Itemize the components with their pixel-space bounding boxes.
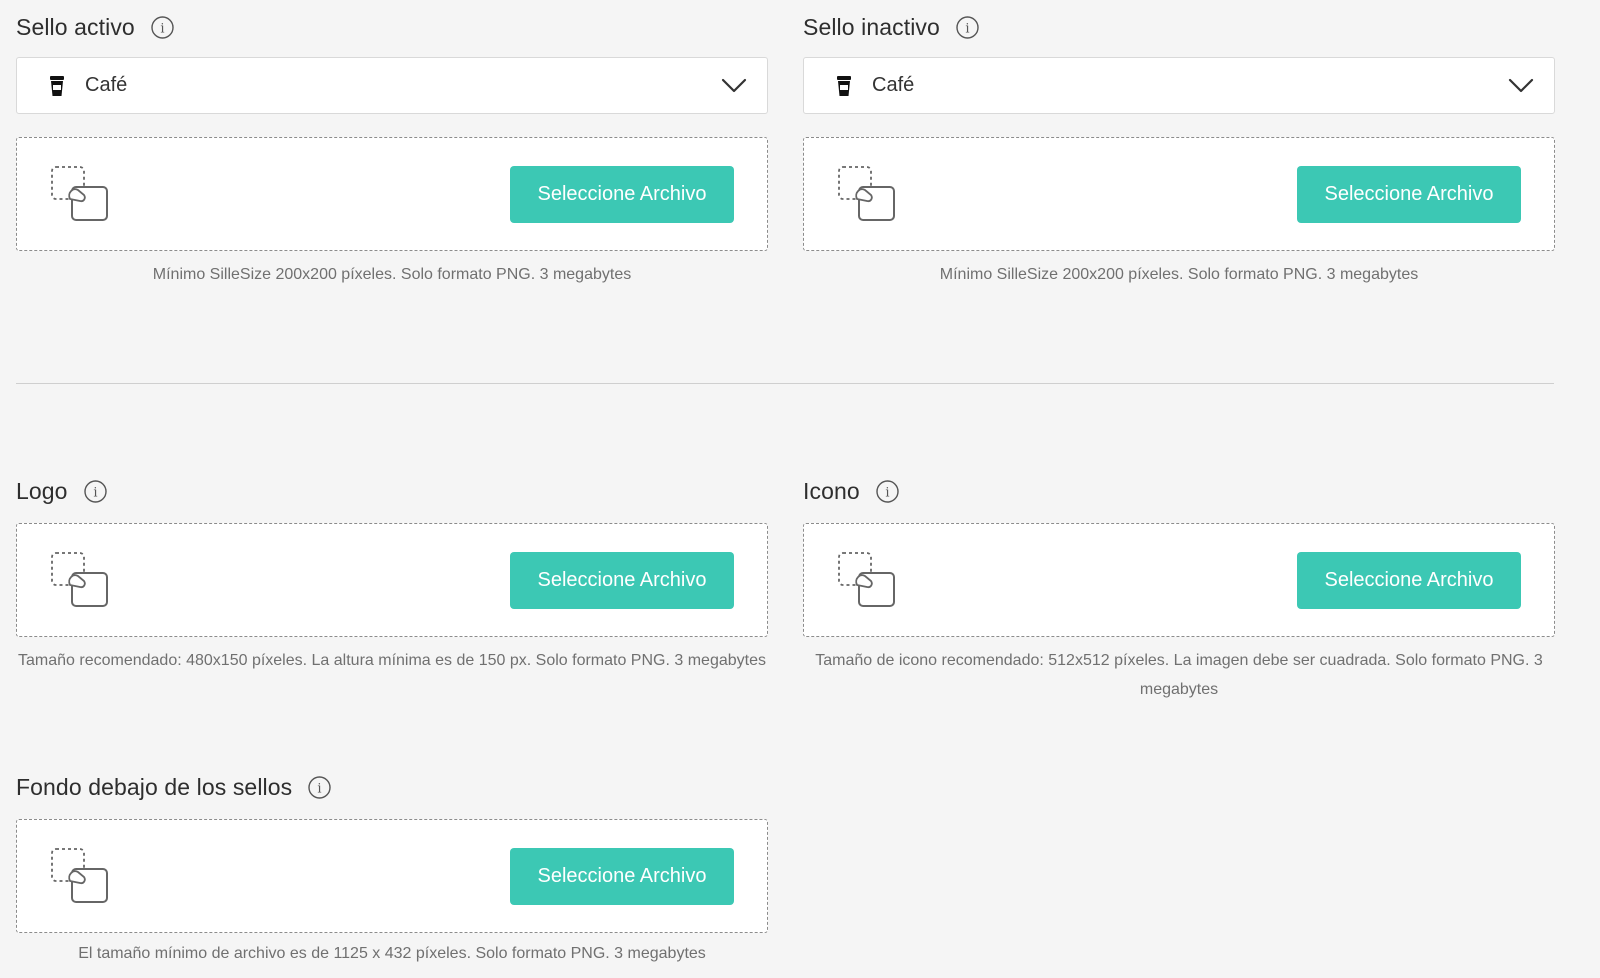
select-file-button[interactable]: Seleccione Archivo (1297, 551, 1521, 609)
svg-text:i: i (93, 485, 97, 500)
svg-text:i: i (318, 781, 322, 796)
image-upload-icon (837, 165, 897, 223)
info-icon[interactable]: i (308, 775, 331, 799)
icono-title: Icono (803, 477, 860, 504)
upload-dropzone[interactable]: Seleccione Archivo (16, 137, 768, 251)
upload-dropzone[interactable]: Seleccione Archivo (803, 523, 1555, 637)
select-value: Café (872, 74, 915, 96)
info-icon[interactable]: i (83, 479, 107, 503)
fondo-section: Fondo debajo de los sellos i Seleccione … (16, 769, 768, 968)
select-value: Café (85, 74, 128, 96)
chevron-down-icon[interactable] (1508, 78, 1534, 94)
coffee-cup-icon (836, 75, 852, 97)
section-title: Fondo debajo de los sellos i (16, 769, 768, 805)
logo-title: Logo (16, 477, 68, 504)
section-title: Icono i (803, 473, 1555, 509)
upload-hint: El tamaño mínimo de archivo es de 1125 x… (78, 945, 706, 962)
icono-section: Icono i Seleccione Archivo Tamaño de ico… (803, 473, 1555, 704)
svg-text:i: i (160, 21, 164, 36)
image-upload-icon (837, 551, 897, 609)
info-icon[interactable]: i (151, 15, 174, 39)
upload-dropzone[interactable]: Seleccione Archivo (16, 523, 768, 637)
sello-inactivo-section: Sello inactivo i Café Seleccione Archivo… (803, 9, 1555, 289)
chevron-down-icon[interactable] (721, 78, 747, 94)
select-file-button[interactable]: Seleccione Archivo (510, 165, 734, 223)
logo-section: Logo i Seleccione Archivo Tamaño recomen… (16, 473, 768, 675)
section-divider (16, 383, 1554, 384)
svg-text:i: i (885, 485, 889, 500)
fondo-title: Fondo debajo de los sellos (16, 773, 293, 800)
select-file-button[interactable]: Seleccione Archivo (510, 847, 734, 905)
sello-inactivo-title: Sello inactivo (803, 13, 940, 40)
upload-dropzone[interactable]: Seleccione Archivo (16, 819, 768, 933)
svg-text:i: i (965, 21, 969, 36)
section-title: Sello inactivo i (803, 9, 1555, 45)
select-file-button[interactable]: Seleccione Archivo (510, 551, 734, 609)
upload-hint: Mínimo SilleSize 200x200 píxeles. Solo f… (152, 266, 632, 283)
image-upload-icon (50, 551, 110, 609)
section-title: Logo i (16, 473, 768, 509)
section-title: Sello activo i (16, 9, 768, 45)
sello-activo-section: Sello activo i Café Seleccione Archivo M… (16, 9, 768, 289)
select-file-button[interactable]: Seleccione Archivo (1297, 165, 1521, 223)
upload-hint: Mínimo SilleSize 200x200 píxeles. Solo f… (939, 266, 1419, 283)
info-icon[interactable]: i (876, 479, 899, 503)
image-upload-icon (50, 165, 110, 223)
upload-hint: Tamaño recomendado: 480x150 píxeles. La … (18, 652, 766, 669)
upload-hint: Tamaño de icono recomendado: 512x512 píx… (815, 652, 1543, 698)
sello-activo-title: Sello activo (16, 13, 135, 40)
image-upload-icon (50, 847, 110, 905)
upload-dropzone[interactable]: Seleccione Archivo (803, 137, 1555, 251)
sello-activo-select[interactable]: Café (16, 57, 768, 114)
sello-inactivo-select[interactable]: Café (803, 57, 1555, 114)
info-icon[interactable]: i (956, 15, 979, 39)
coffee-cup-icon (49, 75, 65, 97)
